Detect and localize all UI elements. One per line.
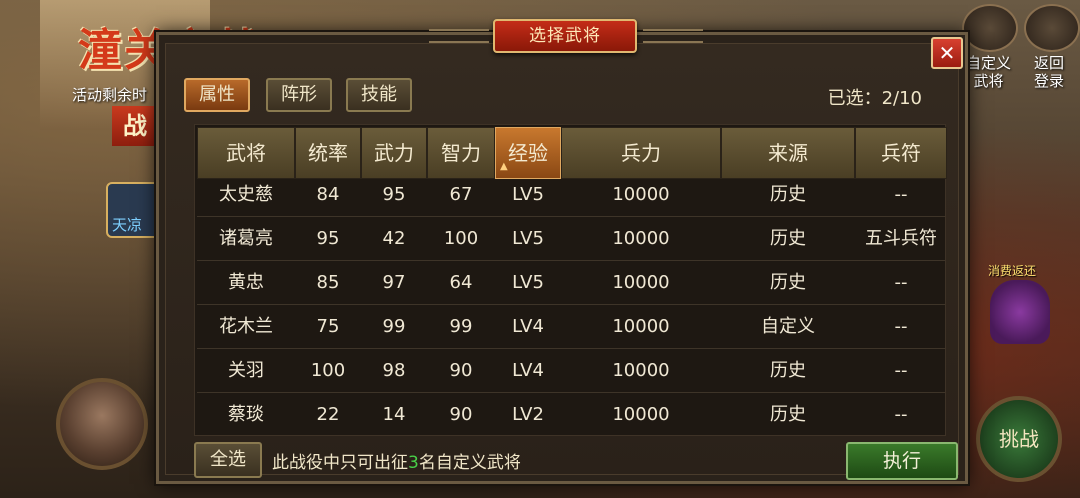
back-label-line2: 登录 <box>1034 72 1065 90</box>
cell-name: 太史慈 <box>219 184 273 205</box>
dialog-body: 属性 阵形 技能 已选：2/10 武将 统率 武力 智力 ▲ 经验 兵力 来源 兵… <box>165 43 959 480</box>
execute-button[interactable]: 执行 <box>846 442 958 480</box>
cell-force: 99 <box>382 316 406 337</box>
note-limit-number: 3 <box>408 453 419 473</box>
cell-troops: 10000 <box>612 316 670 337</box>
col-header-experience-label: 经验 <box>508 141 548 165</box>
col-header-experience[interactable]: ▲ 经验 <box>495 127 561 179</box>
back-login-label[interactable]: 返回 登录 <box>1034 54 1064 90</box>
custom-general-icon[interactable] <box>962 4 1018 52</box>
note-text-before: 此战役中只可出征 <box>272 453 408 473</box>
tianliang-label: 天凉 <box>112 216 143 234</box>
cell-command: 22 <box>316 404 340 425</box>
col-header-token[interactable]: 兵符 <box>855 127 947 179</box>
table-row[interactable]: 花木兰 75 99 99 LV4 10000 自定义 -- <box>197 305 945 349</box>
note-text-after: 名自定义武将 <box>418 453 521 473</box>
cell-token: -- <box>894 404 908 425</box>
cell-name: 关羽 <box>228 360 264 381</box>
deploy-limit-note: 此战役中只可出征3名自定义武将 <box>272 448 521 473</box>
tab-skills[interactable]: 技能 <box>346 78 412 112</box>
general-table: 武将 统率 武力 智力 ▲ 经验 兵力 来源 兵符 太史慈 84 95 67 LV… <box>194 124 947 436</box>
cell-source: 自定义 <box>761 316 815 337</box>
table-body[interactable]: 太史慈 84 95 67 LV5 10000 历史 -- 诸葛亮 95 42 1… <box>195 179 947 435</box>
col-header-intellect[interactable]: 智力 <box>427 127 495 179</box>
cell-name: 黄忠 <box>228 272 264 293</box>
cell-force: 97 <box>382 272 406 293</box>
back-label-line1: 返回 <box>1034 54 1065 72</box>
cell-intellect: 90 <box>449 360 473 381</box>
close-button[interactable]: ✕ <box>931 37 963 69</box>
cell-exp: LV4 <box>512 360 544 381</box>
cell-intellect: 64 <box>449 272 473 293</box>
cell-troops: 10000 <box>612 184 670 205</box>
table-row[interactable]: 黄忠 85 97 64 LV5 10000 历史 -- <box>197 261 945 305</box>
back-arrow-icon[interactable] <box>1024 4 1080 52</box>
cell-exp: LV4 <box>512 316 544 337</box>
cell-force: 98 <box>382 360 406 381</box>
custom-general-label[interactable]: 自定义 武将 <box>966 54 1011 90</box>
player-avatar[interactable] <box>56 378 148 470</box>
tab-attributes[interactable]: 属性 <box>184 78 250 112</box>
cell-intellect: 100 <box>443 228 479 249</box>
tab-formation[interactable]: 阵形 <box>266 78 332 112</box>
cell-source: 历史 <box>770 404 806 425</box>
selected-count-value: 2/10 <box>881 88 922 109</box>
cell-intellect: 99 <box>449 316 473 337</box>
challenge-button[interactable]: 挑战 <box>976 396 1062 482</box>
cell-exp: LV5 <box>512 272 544 293</box>
table-row[interactable]: 蔡琰 22 14 90 LV2 10000 历史 -- <box>197 393 945 435</box>
battle-badge: 战 <box>112 106 158 146</box>
cell-exp: LV5 <box>512 228 544 249</box>
cell-exp: LV2 <box>512 404 544 425</box>
title-ornament-right <box>643 29 703 43</box>
cell-token: -- <box>894 360 908 381</box>
selected-count: 已选：2/10 <box>828 84 922 110</box>
cell-exp: LV5 <box>512 184 544 205</box>
cell-command: 85 <box>316 272 340 293</box>
cell-token: 五斗兵符 <box>865 228 937 249</box>
custom-general-label-line2: 武将 <box>973 72 1004 90</box>
cell-intellect: 67 <box>449 184 473 205</box>
col-header-general[interactable]: 武将 <box>197 127 295 179</box>
selected-count-prefix: 已选： <box>827 88 882 109</box>
cell-token: -- <box>894 184 908 205</box>
table-row[interactable]: 太史慈 84 95 67 LV5 10000 历史 -- <box>197 179 945 217</box>
cell-name: 花木兰 <box>219 316 273 337</box>
table-row[interactable]: 关羽 100 98 90 LV4 10000 历史 -- <box>197 349 945 393</box>
cell-troops: 10000 <box>612 404 670 425</box>
cell-source: 历史 <box>770 184 806 205</box>
cell-token: -- <box>894 272 908 293</box>
cell-troops: 10000 <box>612 360 670 381</box>
title-ornament-left <box>429 29 489 43</box>
gift-label: 消费返还 <box>988 264 1037 278</box>
cell-name: 蔡琰 <box>228 404 264 425</box>
cell-command: 95 <box>316 228 340 249</box>
cell-command: 100 <box>310 360 346 381</box>
col-header-force[interactable]: 武力 <box>361 127 427 179</box>
cell-force: 14 <box>382 404 406 425</box>
cell-intellect: 90 <box>449 404 473 425</box>
cell-token: -- <box>894 316 908 337</box>
cell-command: 75 <box>316 316 340 337</box>
col-header-troops[interactable]: 兵力 <box>561 127 721 179</box>
cell-source: 历史 <box>770 272 806 293</box>
col-header-command[interactable]: 统率 <box>295 127 361 179</box>
cell-troops: 10000 <box>612 228 670 249</box>
event-remaining-text: 活动剩余时 <box>72 86 148 104</box>
cell-force: 42 <box>382 228 406 249</box>
col-header-source[interactable]: 来源 <box>721 127 855 179</box>
select-general-dialog: 属性 阵形 技能 已选：2/10 武将 统率 武力 智力 ▲ 经验 兵力 来源 兵… <box>156 19 968 484</box>
table-row[interactable]: 诸葛亮 95 42 100 LV5 10000 历史 五斗兵符 <box>197 217 945 261</box>
cell-troops: 10000 <box>612 272 670 293</box>
close-icon: ✕ <box>938 41 956 65</box>
cell-command: 84 <box>316 184 340 205</box>
select-all-button[interactable]: 全选 <box>194 442 262 478</box>
custom-general-label-line1: 自定义 <box>966 54 1012 72</box>
cell-name: 诸葛亮 <box>219 228 273 249</box>
cell-source: 历史 <box>770 360 806 381</box>
gift-bag-icon[interactable] <box>990 280 1050 344</box>
cell-source: 历史 <box>770 228 806 249</box>
cell-force: 95 <box>382 184 406 205</box>
dialog-title: 选择武将 <box>493 19 637 53</box>
